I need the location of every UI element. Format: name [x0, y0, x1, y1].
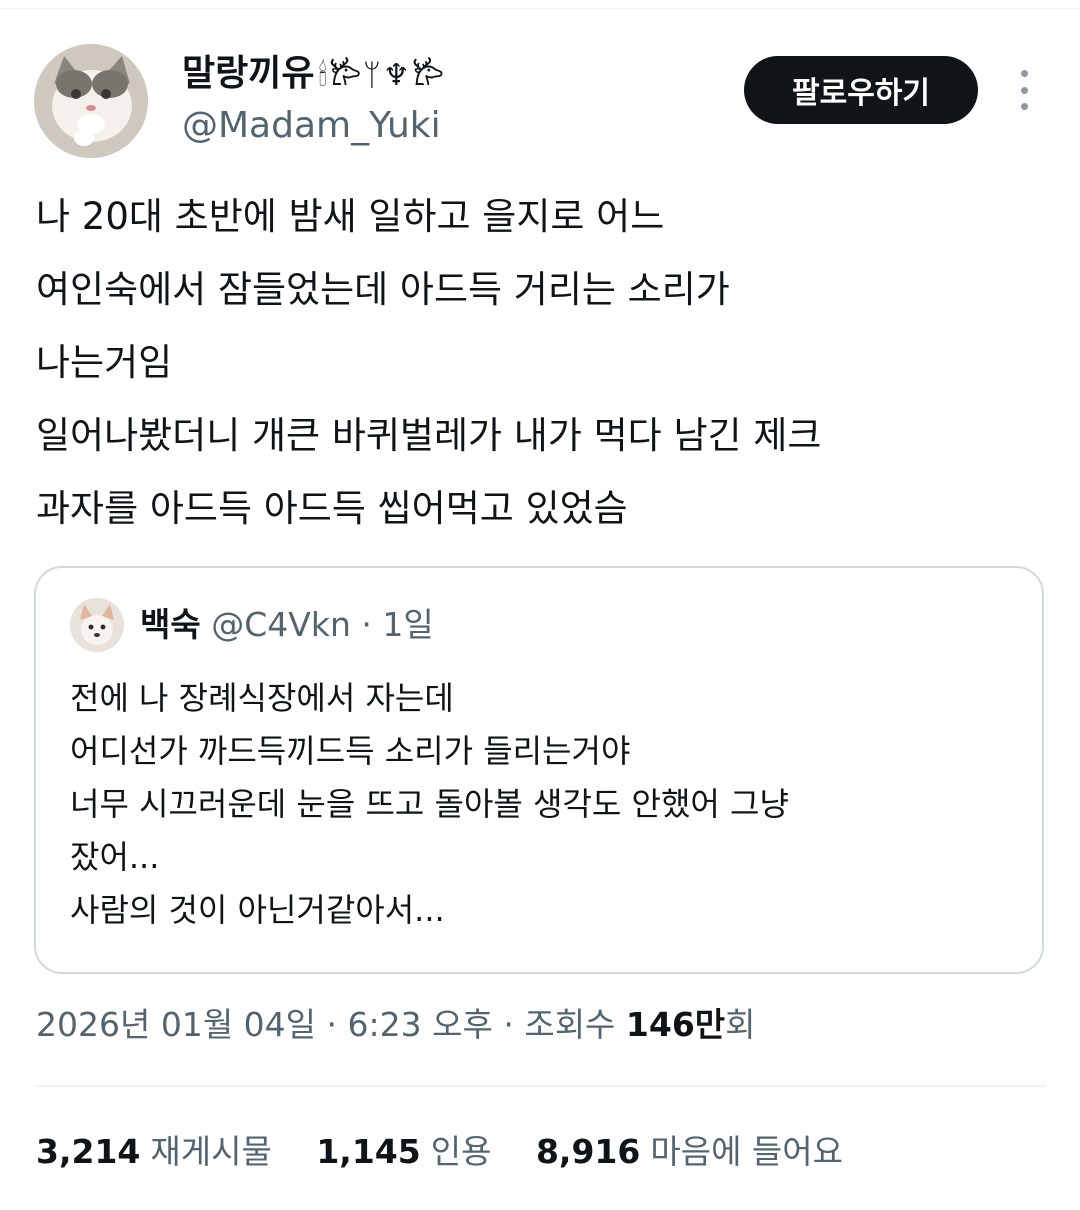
retweets-label: 재게시물	[150, 1132, 272, 1171]
tweet-line: 여인숙에서 잠들었는데 아드득 거리는 소리가	[36, 268, 730, 311]
author-avatar[interactable]	[34, 44, 148, 158]
retweets-stat[interactable]: 3,214 재게시물	[36, 1126, 272, 1178]
quoted-line: 전에 나 장례식장에서 자는데	[70, 679, 454, 717]
author-display-name[interactable]: 말랑끼유 🕯𐂂ᛘ♆𐂂	[182, 50, 446, 100]
quoted-time[interactable]: 1일	[382, 605, 433, 644]
quoted-author-name[interactable]: 백숙	[140, 605, 201, 644]
likes-count: 8,916	[535, 1132, 641, 1171]
quoted-tweet-card[interactable]: 백숙 @C4Vkn · 1일 전에 나 장례식장에서 자는데 어디선가 까드득끼…	[34, 566, 1044, 974]
tweet-line: 나 20대 초반에 밤새 일하고 을지로 어느	[36, 195, 665, 238]
quoted-author-handle[interactable]: @C4Vkn	[211, 605, 351, 644]
quoted-line: 사람의 것이 아닌거같아서...	[70, 891, 445, 929]
name-decoration: 🕯𐂂ᛘ♆𐂂	[318, 58, 446, 93]
quoted-line: 어디선가 까드득끼드득 소리가 들리는거야	[70, 732, 631, 770]
author-handle[interactable]: @Madam_Yuki	[182, 100, 446, 152]
meta-separator: ·	[492, 1005, 525, 1044]
meta-separator: ·	[316, 1005, 348, 1044]
quoted-tweet-text: 전에 나 장례식장에서 자는데 어디선가 까드득끼드득 소리가 들리는거야 너무…	[70, 672, 1010, 937]
quotes-stat[interactable]: 1,145 인용	[316, 1126, 491, 1178]
tweet-line: 과자를 아드득 아드득 씹어먹고 있었슴	[36, 487, 628, 530]
views-label: 조회수	[524, 1005, 626, 1044]
quoted-separator: ·	[350, 605, 383, 644]
tweet-header: 말랑끼유 🕯𐂂ᛘ♆𐂂 @Madam_Yuki 팔로우하기	[34, 44, 1046, 160]
retweets-count: 3,214	[36, 1132, 141, 1171]
dog-avatar-image	[70, 598, 124, 652]
top-divider	[0, 8, 1080, 9]
views-count: 146만	[625, 1005, 726, 1044]
author-name-block: 말랑끼유 🕯𐂂ᛘ♆𐂂 @Madam_Yuki	[182, 50, 446, 152]
tweet-meta: 2026년 01월 04일 · 6:23 오후 · 조회수 146만회	[36, 1000, 756, 1050]
divider	[36, 1085, 1046, 1087]
tweet-date[interactable]: 2026년 01월 04일	[36, 1005, 316, 1044]
quoted-author-avatar[interactable]	[70, 598, 124, 652]
quoted-line: 너무 시끄러운데 눈을 뜨고 돌아볼 생각도 안했어 그냥	[70, 785, 789, 823]
cat-avatar-image	[34, 44, 148, 158]
quotes-label: 인용	[430, 1132, 492, 1171]
likes-stat[interactable]: 8,916 마음에 들어요	[536, 1126, 843, 1178]
views-suffix: 회	[725, 1005, 756, 1044]
engagement-stats: 3,214 재게시물 1,145 인용 8,916 마음에 들어요	[36, 1126, 877, 1178]
likes-label: 마음에 들어요	[650, 1132, 844, 1171]
quotes-count: 1,145	[316, 1132, 421, 1171]
more-vertical-icon[interactable]	[1006, 70, 1042, 110]
quoted-line: 잤어...	[70, 838, 160, 876]
tweet-line: 일어나봤더니 개큰 바퀴벌레가 내가 먹다 남긴 제크	[36, 414, 822, 457]
tweet-line: 나는거임	[36, 341, 173, 384]
tweet-text: 나 20대 초반에 밤새 일하고 을지로 어느 여인숙에서 잠들었는데 아드득 …	[36, 180, 1046, 545]
tweet-time[interactable]: 6:23 오후	[348, 1005, 493, 1044]
quoted-tweet-header: 백숙 @C4Vkn · 1일	[140, 602, 434, 648]
follow-button[interactable]: 팔로우하기	[744, 56, 978, 124]
